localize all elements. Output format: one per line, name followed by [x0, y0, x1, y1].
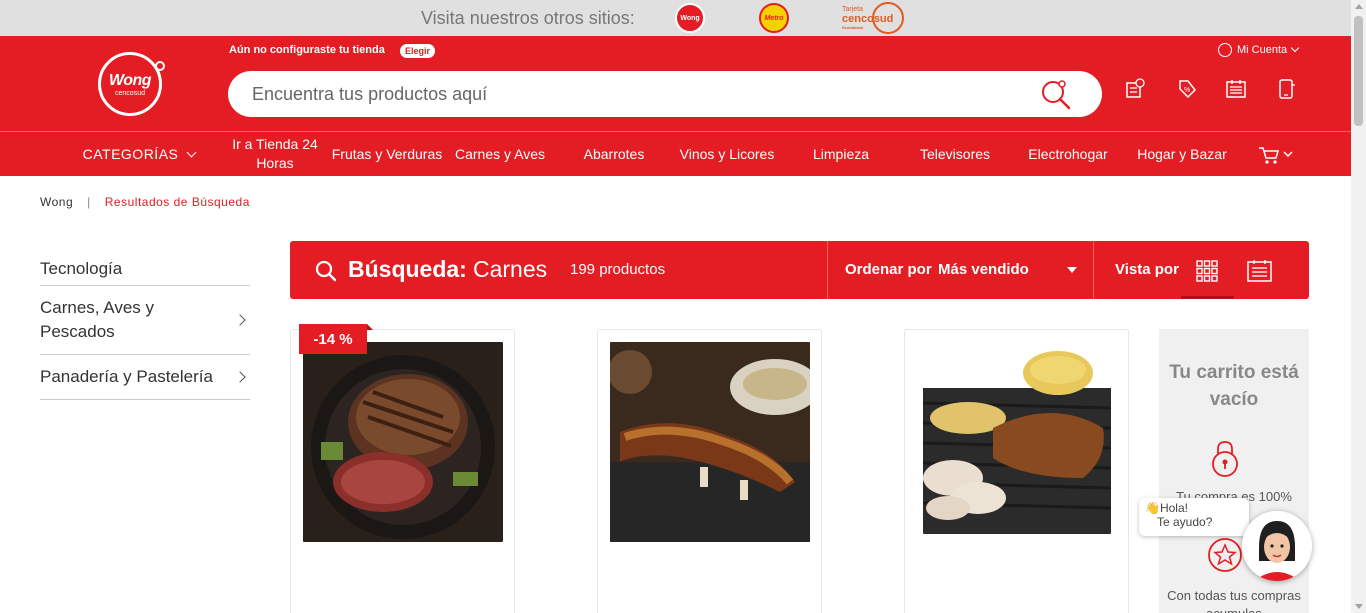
search-results-label: Búsqueda: [348, 256, 467, 282]
product-card[interactable] [290, 329, 515, 613]
sidebar-item-label: Tecnología [40, 258, 123, 278]
nav-item-hogar-y-bazar[interactable]: Hogar y Bazar [1133, 132, 1231, 176]
brand-sub: cencosud [115, 89, 145, 97]
search-input[interactable] [252, 71, 1032, 117]
product-card[interactable] [597, 329, 822, 613]
user-icon [1218, 43, 1232, 57]
product-image-pork-loin[interactable] [923, 348, 1111, 534]
category-nav: CATEGORÍAS Ir a Tienda 24 Horas Frutas y… [0, 131, 1351, 176]
divider [827, 241, 828, 299]
chat-greeting-line2: Te ayudo? [1157, 515, 1213, 529]
search-icon[interactable] [1040, 80, 1072, 110]
sort-label: Ordenar por [845, 261, 932, 278]
product-image-roast-beef[interactable] [303, 342, 503, 542]
nav-item-televisores[interactable]: Televisores [910, 132, 1000, 176]
search-box [228, 71, 1102, 117]
chevron-down-icon [1290, 43, 1300, 53]
categories-menu[interactable]: CATEGORÍAS [79, 132, 199, 176]
chevron-down-icon [186, 147, 197, 157]
product-card[interactable] [904, 329, 1129, 613]
wong-site-logo-text: Wong [680, 14, 700, 22]
sidebar-item-label: Panadería y Pastelería [40, 367, 213, 386]
chevron-right-icon [234, 371, 246, 383]
nav-item-carnes-y-aves[interactable]: Carnes y Aves [450, 132, 550, 176]
chevron-right-icon [234, 314, 246, 326]
receipt-icon[interactable] [1124, 78, 1146, 100]
category-sidebar: Tecnología Carnes, Aves y Pescados Panad… [40, 252, 250, 400]
wong-site-logo[interactable]: Wong [675, 3, 705, 33]
nav-item-tienda-24-horas[interactable]: Ir a Tienda 24 Horas [228, 132, 322, 176]
chat-greeting-bubble[interactable]: 👋Hola! Te ayudo? [1139, 498, 1249, 536]
scroll-down-arrow-icon[interactable] [1355, 604, 1363, 609]
grid-view-icon[interactable] [1196, 260, 1218, 282]
results-count: 199 productos [570, 261, 666, 278]
active-view-indicator [1181, 296, 1234, 299]
choose-store-button[interactable]: Elegir [400, 44, 436, 58]
account-label: Mi Cuenta [1237, 44, 1288, 56]
empty-cart-title: Tu carrito está vacío [1169, 362, 1299, 410]
page-scrollbar[interactable] [1351, 0, 1366, 613]
store-message: Aún no configuraste tu tienda [229, 44, 385, 56]
cencosud-logo-line3: Scotiabank [842, 25, 864, 30]
shopping-list-icon[interactable] [1225, 78, 1247, 100]
breadcrumb-current: Resultados de Búsqueda [104, 195, 250, 209]
other-sites-strip: Visita nuestros otros sitios: Wong Metro… [0, 0, 1351, 36]
cart-icon[interactable] [1258, 145, 1298, 165]
search-results-bar: Búsqueda: Carnes 199 productos Ordenar p… [290, 241, 1309, 299]
chat-greeting-line1: 👋Hola! [1145, 501, 1188, 515]
sort-select[interactable]: Más vendido [938, 261, 1029, 278]
lock-icon [1212, 441, 1238, 477]
mobile-app-icon[interactable] [1276, 78, 1298, 100]
sidebar-item-tecnologia[interactable]: Tecnología [40, 252, 250, 286]
breadcrumb: Wong | Resultados de Búsqueda [40, 195, 250, 209]
divider [1093, 241, 1094, 299]
search-term: Carnes [473, 256, 548, 282]
nav-item-vinos-y-licores[interactable]: Vinos y Licores [676, 132, 778, 176]
star-icon [1208, 538, 1242, 572]
metro-site-logo-text: Metro [764, 14, 784, 22]
other-sites-label: Visita nuestros otros sitios: [421, 8, 635, 28]
nav-item-frutas-y-verduras[interactable]: Frutas y Verduras [330, 132, 444, 176]
chat-assistant-avatar[interactable] [1242, 511, 1312, 581]
nav-item-electrohogar[interactable]: Electrohogar [1024, 132, 1112, 176]
sidebar-item-panaderia-pasteleria[interactable]: Panadería y Pastelería [40, 355, 250, 400]
assistant-face-icon [1242, 511, 1312, 581]
nav-item-abarrotes[interactable]: Abarrotes [570, 132, 658, 176]
cencosud-card-logo[interactable]: Tarjeta cencosud Scotiabank [838, 2, 904, 34]
scrollbar-thumb[interactable] [1354, 16, 1363, 126]
my-account-menu[interactable]: Mi Cuenta [1218, 43, 1300, 57]
list-view-icon[interactable] [1247, 259, 1272, 283]
site-header: Wong cencosud Aún no configuraste tu tie… [0, 36, 1351, 131]
cencosud-logo-line1: Tarjeta [842, 6, 864, 13]
discount-badge: -14 % [299, 324, 373, 354]
brand-dot-icon [155, 61, 165, 71]
caret-down-icon[interactable] [1067, 267, 1077, 273]
svg-text:%: % [1184, 87, 1190, 94]
wong-logo[interactable]: Wong cencosud [98, 52, 165, 116]
categories-label: CATEGORÍAS [82, 145, 179, 162]
cencosud-ring-icon [872, 2, 904, 34]
nav-item-limpieza[interactable]: Limpieza [800, 132, 882, 176]
brand-name: Wong [108, 71, 152, 89]
sidebar-item-carnes-aves-pescados[interactable]: Carnes, Aves y Pescados [40, 286, 250, 355]
search-icon [315, 260, 337, 282]
view-label: Vista por [1115, 261, 1179, 278]
sidebar-item-label: Carnes, Aves y Pescados [40, 298, 155, 341]
metro-site-logo[interactable]: Metro [759, 3, 789, 33]
tag-icon[interactable]: % [1176, 78, 1198, 100]
breadcrumb-home-link[interactable]: Wong [40, 195, 73, 209]
breadcrumb-separator: | [87, 195, 91, 209]
scroll-up-arrow-icon[interactable] [1355, 4, 1363, 9]
product-image-ribs[interactable] [610, 342, 810, 542]
points-text: Con todas tus compras acumulas [1167, 588, 1301, 613]
